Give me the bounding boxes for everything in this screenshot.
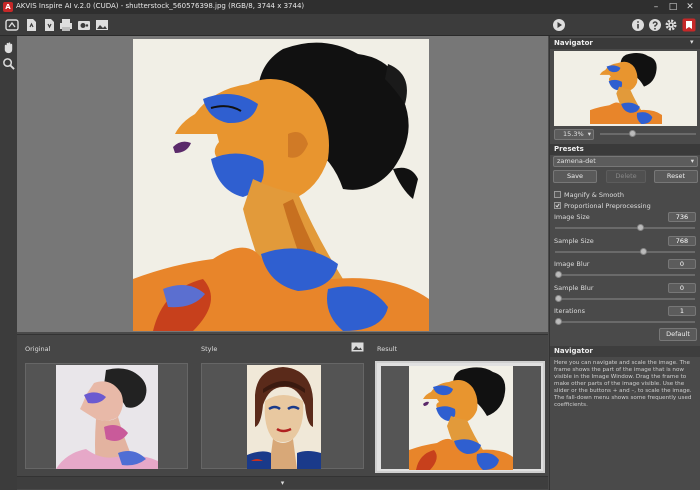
- tool-strip: [0, 36, 17, 490]
- navigator-thumbnail: [590, 52, 662, 124]
- style-label: Style: [201, 345, 218, 353]
- checkmark-icon: [555, 203, 560, 208]
- preset-chevron-down-icon: ▾: [690, 157, 694, 165]
- help-header: Navigator: [550, 346, 700, 357]
- param-slider-knob[interactable]: [555, 318, 562, 325]
- param-value-field[interactable]: 736: [668, 212, 696, 222]
- load-style-icon[interactable]: [351, 342, 364, 352]
- title-bar: A AKVIS Inspire AI v.2.0 (CUDA) - shutte…: [0, 0, 700, 14]
- navigator-header: Navigator: [550, 38, 700, 49]
- open-file-icon[interactable]: [24, 18, 38, 32]
- proportional-preprocessing-label: Proportional Preprocessing: [564, 202, 651, 210]
- result-thumbnail[interactable]: [375, 361, 545, 473]
- zoom-chevron-down-icon: ▾: [587, 130, 591, 138]
- zoom-slider[interactable]: [600, 130, 696, 137]
- notification-icon[interactable]: [682, 18, 696, 32]
- zoom-slider-knob[interactable]: [629, 130, 637, 137]
- param-value-field[interactable]: 0: [668, 259, 696, 269]
- param-label: Sample Blur: [554, 283, 594, 292]
- app-logo-icon: A: [3, 2, 13, 12]
- param-slider-knob[interactable]: [555, 294, 562, 302]
- param-label: Image Blur: [554, 260, 590, 268]
- hand-icon[interactable]: [2, 41, 15, 54]
- param-label: Image Size: [554, 213, 590, 221]
- play-icon[interactable]: [552, 18, 566, 32]
- presets-header: Presets: [550, 144, 700, 155]
- magnify-smooth-label: Magnify & Smooth: [564, 191, 624, 199]
- help-text: Here you can navigate and scale the imag…: [554, 360, 692, 408]
- zoom-select[interactable]: 15.3% ▾: [554, 129, 594, 140]
- minimize-button[interactable]: –: [650, 1, 662, 13]
- settings-icon[interactable]: [664, 18, 678, 32]
- zoom-value: 15.3%: [563, 130, 584, 138]
- window-title: AKVIS Inspire AI v.2.0 (CUDA) - shutters…: [16, 2, 305, 10]
- navigator-preview[interactable]: [554, 51, 697, 126]
- preset-selected: zamena-det: [557, 157, 596, 165]
- magnify-smooth-checkbox[interactable]: [554, 191, 561, 198]
- result-label: Result: [377, 345, 398, 353]
- image-icon[interactable]: [95, 18, 109, 32]
- param-slider-knob[interactable]: [640, 247, 648, 255]
- param-value-field[interactable]: 1: [668, 306, 696, 316]
- reset-preset-button[interactable]: Reset: [654, 170, 698, 183]
- proportional-preprocessing-checkbox[interactable]: [554, 202, 561, 209]
- original-thumbnail[interactable]: [25, 363, 188, 469]
- preset-select[interactable]: zamena-det ▾: [553, 156, 698, 167]
- portrait-illustration: [133, 39, 429, 331]
- param-slider[interactable]: [555, 294, 695, 302]
- param-slider[interactable]: [555, 247, 695, 255]
- result-image-canvas[interactable]: [133, 39, 429, 331]
- param-slider[interactable]: [555, 224, 695, 231]
- help-icon[interactable]: [648, 18, 662, 32]
- main-toolbar: [0, 14, 700, 36]
- settings-panel: Navigator ▾ 15.3% ▾ Presets zamena-det ▾…: [549, 36, 700, 490]
- style-thumbnail[interactable]: [201, 363, 364, 469]
- param-value-field[interactable]: 0: [668, 282, 696, 293]
- save-file-icon[interactable]: [42, 18, 56, 32]
- delete-preset-button[interactable]: Delete: [606, 170, 646, 183]
- batch-icon[interactable]: [77, 18, 91, 32]
- param-slider-knob[interactable]: [555, 271, 562, 278]
- style-photo: [247, 365, 321, 469]
- original-label: Original: [25, 345, 51, 353]
- param-label: Iterations: [554, 307, 585, 315]
- param-slider[interactable]: [555, 318, 695, 325]
- save-preset-button[interactable]: Save: [553, 170, 597, 183]
- zoom-icon[interactable]: [2, 57, 15, 70]
- param-value-field[interactable]: 768: [668, 235, 696, 246]
- result-thumbnail-image: [409, 366, 513, 470]
- collapse-navigator-icon[interactable]: ▾: [690, 38, 694, 46]
- info-icon[interactable]: [631, 18, 645, 32]
- param-label: Sample Size: [554, 236, 594, 245]
- param-slider-knob[interactable]: [637, 224, 645, 231]
- home-icon[interactable]: [5, 18, 19, 32]
- param-slider[interactable]: [555, 271, 695, 278]
- collapse-panel-button[interactable]: ▾: [17, 476, 548, 489]
- default-button[interactable]: Default: [659, 328, 697, 341]
- print-icon[interactable]: [59, 18, 73, 32]
- thumbnails-panel: Original Style Result: [17, 334, 548, 476]
- original-photo: [56, 365, 158, 469]
- maximize-button[interactable]: □: [667, 1, 679, 13]
- close-button[interactable]: ✕: [684, 1, 696, 13]
